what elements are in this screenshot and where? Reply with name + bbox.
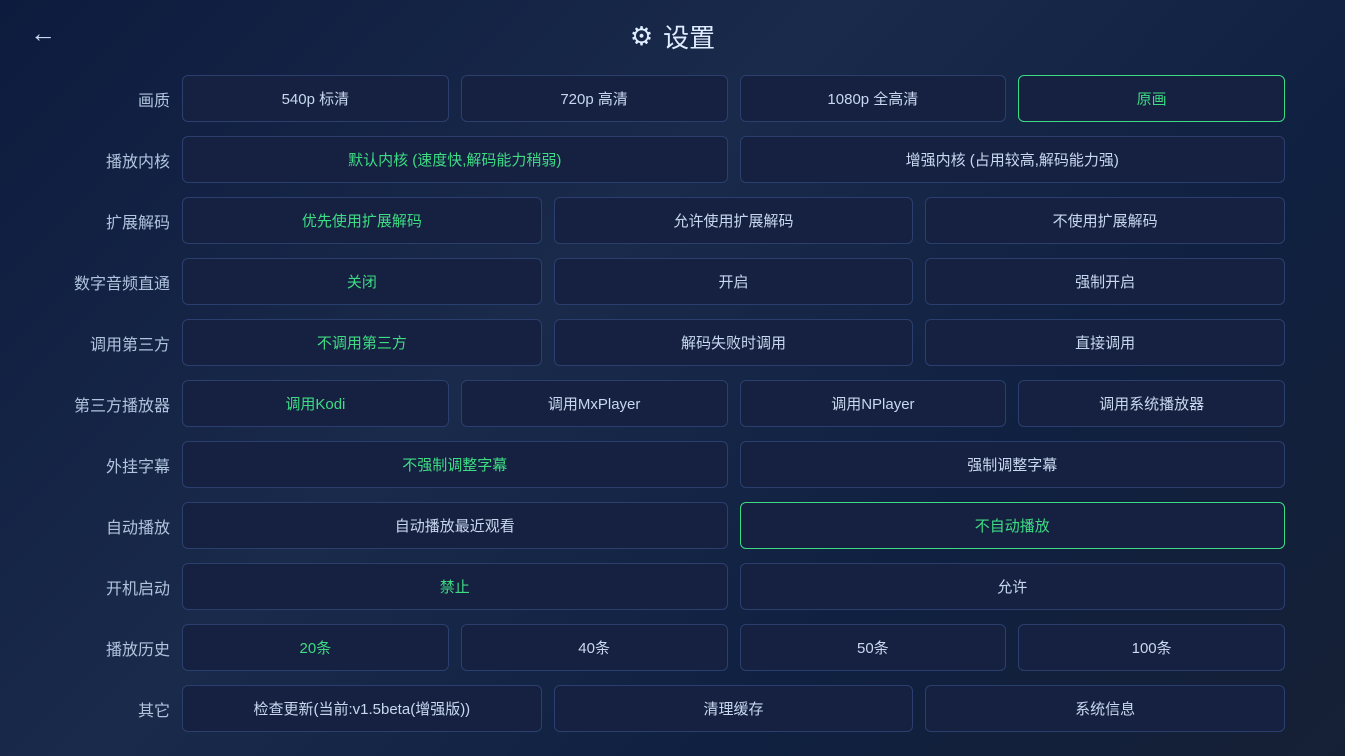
- option-btn-0-0[interactable]: 540p 标清: [182, 75, 449, 122]
- setting-row: 调用第三方不调用第三方解码失败时调用直接调用: [60, 319, 1285, 366]
- setting-row: 画质 540p 标清 720p 高清 1080p 全高清原画: [60, 75, 1285, 122]
- setting-row: 扩展解码优先使用扩展解码允许使用扩展解码不使用扩展解码: [60, 197, 1285, 244]
- option-btn-4-2[interactable]: 直接调用: [925, 319, 1285, 366]
- option-btn-3-2[interactable]: 强制开启: [925, 258, 1285, 305]
- options-group: 优先使用扩展解码允许使用扩展解码不使用扩展解码: [182, 197, 1285, 244]
- option-btn-0-1[interactable]: 720p 高清: [461, 75, 728, 122]
- option-btn-5-0[interactable]: 调用Kodi: [182, 380, 449, 427]
- title-text: 设置: [663, 18, 715, 55]
- setting-row: 播放历史 20条 40条 50条100条: [60, 624, 1285, 671]
- option-btn-10-0[interactable]: 检查更新(当前:v1.5beta(增强版)): [182, 685, 542, 732]
- option-btn-2-2[interactable]: 不使用扩展解码: [925, 197, 1285, 244]
- option-btn-9-1[interactable]: 40条: [461, 624, 728, 671]
- options-group: 20条 40条 50条100条: [182, 624, 1285, 671]
- option-btn-2-1[interactable]: 允许使用扩展解码: [554, 197, 914, 244]
- option-btn-1-0[interactable]: 默认内核 (速度快,解码能力稍弱): [182, 136, 728, 183]
- header: ← ⚙ 设置: [0, 0, 1345, 65]
- option-btn-5-3[interactable]: 调用系统播放器: [1018, 380, 1285, 427]
- row-label: 开机启动: [60, 575, 170, 599]
- row-label: 播放内核: [60, 148, 170, 172]
- option-btn-8-0[interactable]: 禁止: [182, 563, 728, 610]
- option-btn-1-1[interactable]: 增强内核 (占用较高,解码能力强): [740, 136, 1286, 183]
- setting-row: 其它检查更新(当前:v1.5beta(增强版)) 清理缓存系统信息: [60, 685, 1285, 732]
- gear-icon: ⚙: [630, 21, 653, 52]
- row-label: 调用第三方: [60, 331, 170, 355]
- option-btn-7-1[interactable]: 不自动播放: [740, 502, 1286, 549]
- option-btn-4-1[interactable]: 解码失败时调用: [554, 319, 914, 366]
- row-label: 外挂字幕: [60, 453, 170, 477]
- option-btn-5-2[interactable]: 调用NPlayer: [740, 380, 1007, 427]
- option-btn-2-0[interactable]: 优先使用扩展解码: [182, 197, 542, 244]
- option-btn-0-3[interactable]: 原画: [1018, 75, 1285, 122]
- option-btn-9-0[interactable]: 20条: [182, 624, 449, 671]
- options-group: 调用Kodi 调用MxPlayer 调用NPlayer调用系统播放器: [182, 380, 1285, 427]
- options-group: 禁止允许: [182, 563, 1285, 610]
- options-group: 关闭开启强制开启: [182, 258, 1285, 305]
- setting-row: 第三方播放器调用Kodi 调用MxPlayer 调用NPlayer调用系统播放器: [60, 380, 1285, 427]
- option-btn-7-0[interactable]: 自动播放最近观看: [182, 502, 728, 549]
- options-group: 不强制调整字幕强制调整字幕: [182, 441, 1285, 488]
- row-label: 扩展解码: [60, 209, 170, 233]
- option-btn-10-2[interactable]: 系统信息: [925, 685, 1285, 732]
- back-button[interactable]: ←: [30, 18, 56, 49]
- option-btn-3-0[interactable]: 关闭: [182, 258, 542, 305]
- option-btn-8-1[interactable]: 允许: [740, 563, 1286, 610]
- setting-row: 开机启动禁止允许: [60, 563, 1285, 610]
- option-btn-10-1[interactable]: 清理缓存: [554, 685, 914, 732]
- settings-container: 画质 540p 标清 720p 高清 1080p 全高清原画播放内核默认内核 (速度快…: [0, 65, 1345, 756]
- setting-row: 外挂字幕不强制调整字幕强制调整字幕: [60, 441, 1285, 488]
- option-btn-9-2[interactable]: 50条: [740, 624, 1007, 671]
- options-group: 检查更新(当前:v1.5beta(增强版)) 清理缓存系统信息: [182, 685, 1285, 732]
- option-btn-4-0[interactable]: 不调用第三方: [182, 319, 542, 366]
- row-label: 播放历史: [60, 636, 170, 660]
- setting-row: 播放内核默认内核 (速度快,解码能力稍弱) 增强内核 (占用较高,解码能力强): [60, 136, 1285, 183]
- row-label: 第三方播放器: [60, 392, 170, 416]
- options-group: 自动播放最近观看不自动播放: [182, 502, 1285, 549]
- option-btn-3-1[interactable]: 开启: [554, 258, 914, 305]
- setting-row: 数字音频直通关闭开启强制开启: [60, 258, 1285, 305]
- page-title: ⚙ 设置: [630, 18, 715, 55]
- option-btn-6-1[interactable]: 强制调整字幕: [740, 441, 1286, 488]
- option-btn-5-1[interactable]: 调用MxPlayer: [461, 380, 728, 427]
- row-label: 其它: [60, 697, 170, 721]
- options-group: 不调用第三方解码失败时调用直接调用: [182, 319, 1285, 366]
- option-btn-9-3[interactable]: 100条: [1018, 624, 1285, 671]
- row-label: 数字音频直通: [60, 270, 170, 294]
- options-group: 540p 标清 720p 高清 1080p 全高清原画: [182, 75, 1285, 122]
- row-label: 画质: [60, 87, 170, 111]
- row-label: 自动播放: [60, 514, 170, 538]
- option-btn-6-0[interactable]: 不强制调整字幕: [182, 441, 728, 488]
- option-btn-0-2[interactable]: 1080p 全高清: [740, 75, 1007, 122]
- options-group: 默认内核 (速度快,解码能力稍弱) 增强内核 (占用较高,解码能力强): [182, 136, 1285, 183]
- setting-row: 自动播放自动播放最近观看不自动播放: [60, 502, 1285, 549]
